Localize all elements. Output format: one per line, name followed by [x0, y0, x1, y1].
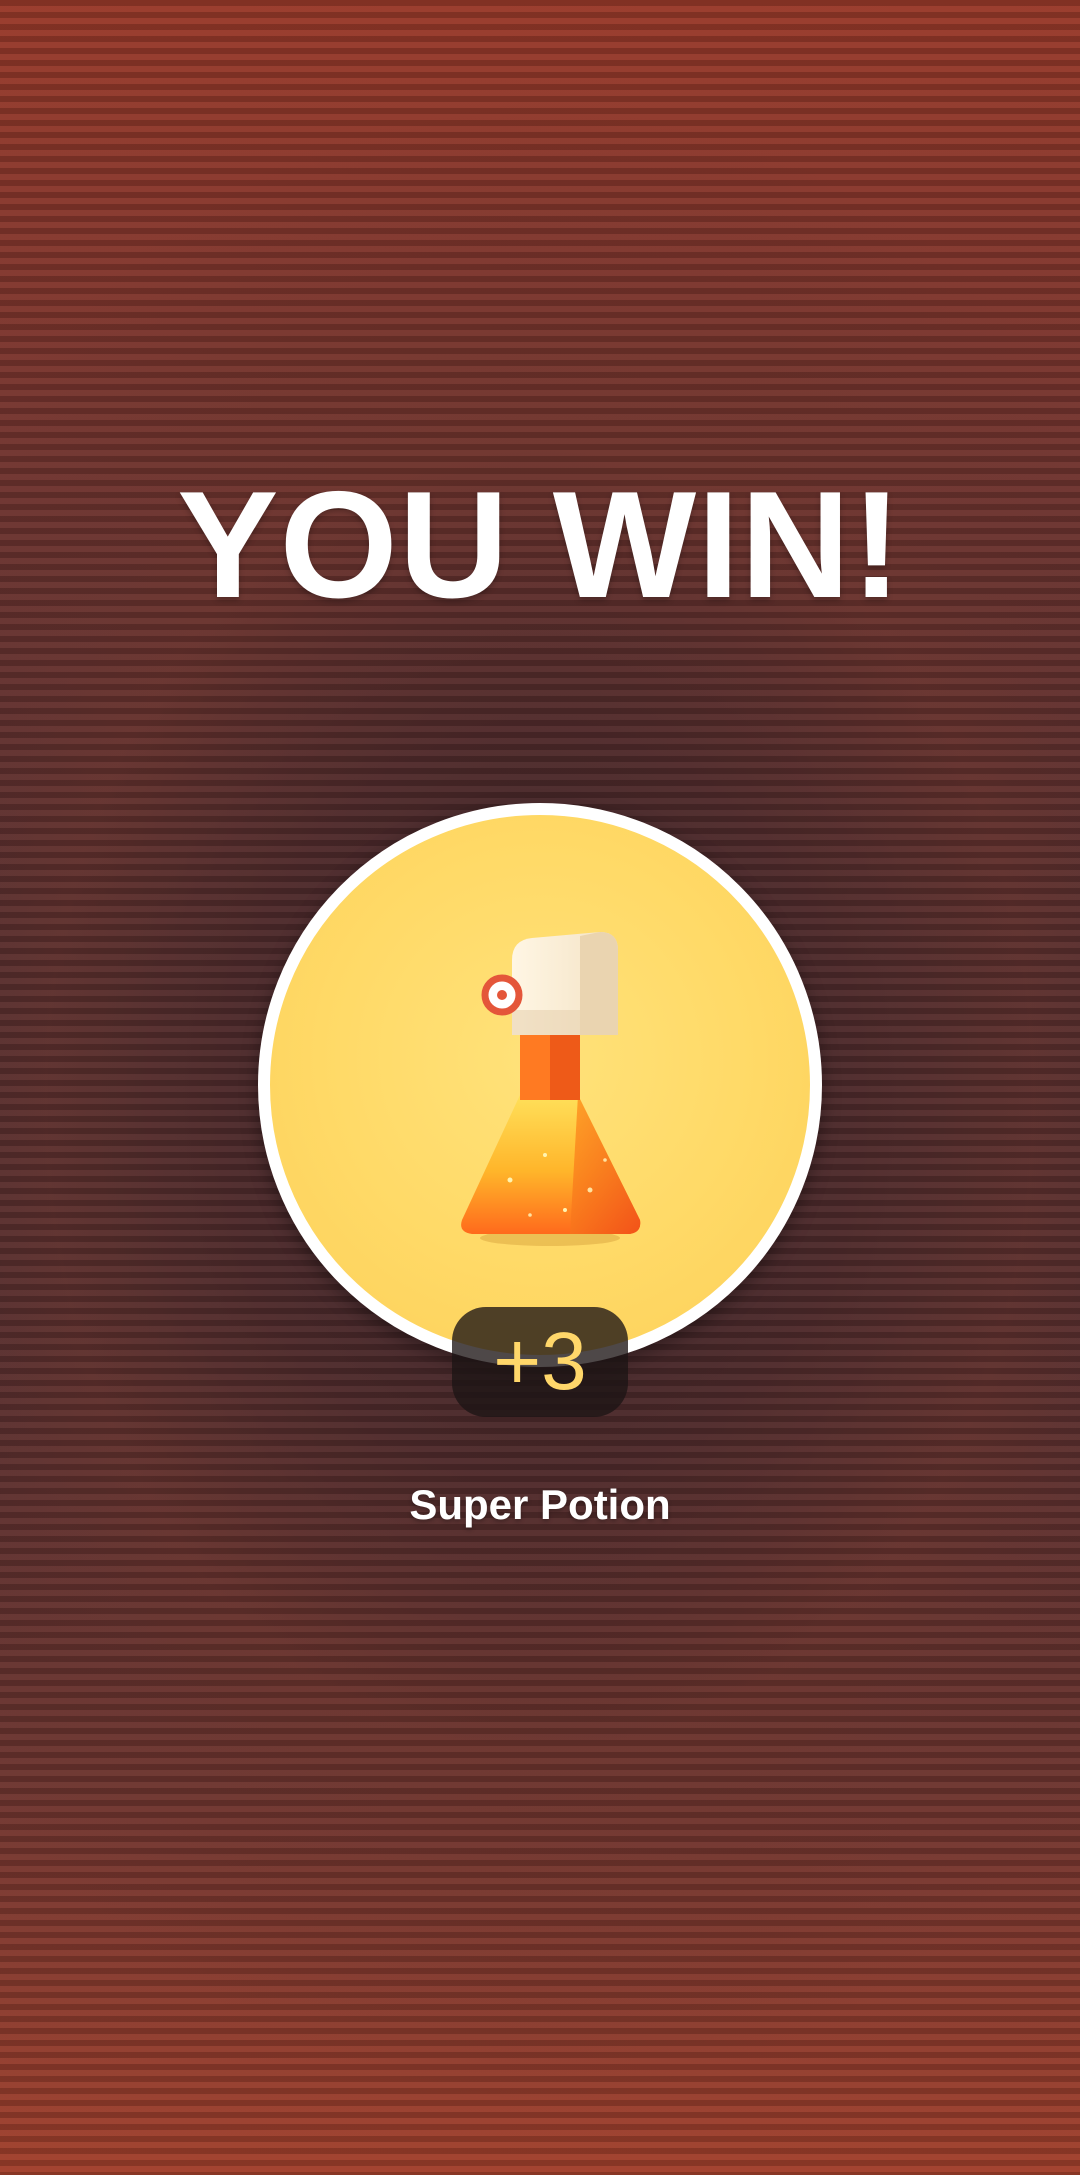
- super-potion-icon: [461, 932, 641, 1246]
- reward-item-name: Super Potion: [409, 1481, 671, 1528]
- win-screen[interactable]: YOU WIN! +3 Super Potion: [0, 0, 1080, 2175]
- result-title: YOU WIN!: [177, 460, 903, 630]
- reward-count-badge: +3: [452, 1307, 628, 1417]
- reward-item-circle: [258, 803, 822, 1367]
